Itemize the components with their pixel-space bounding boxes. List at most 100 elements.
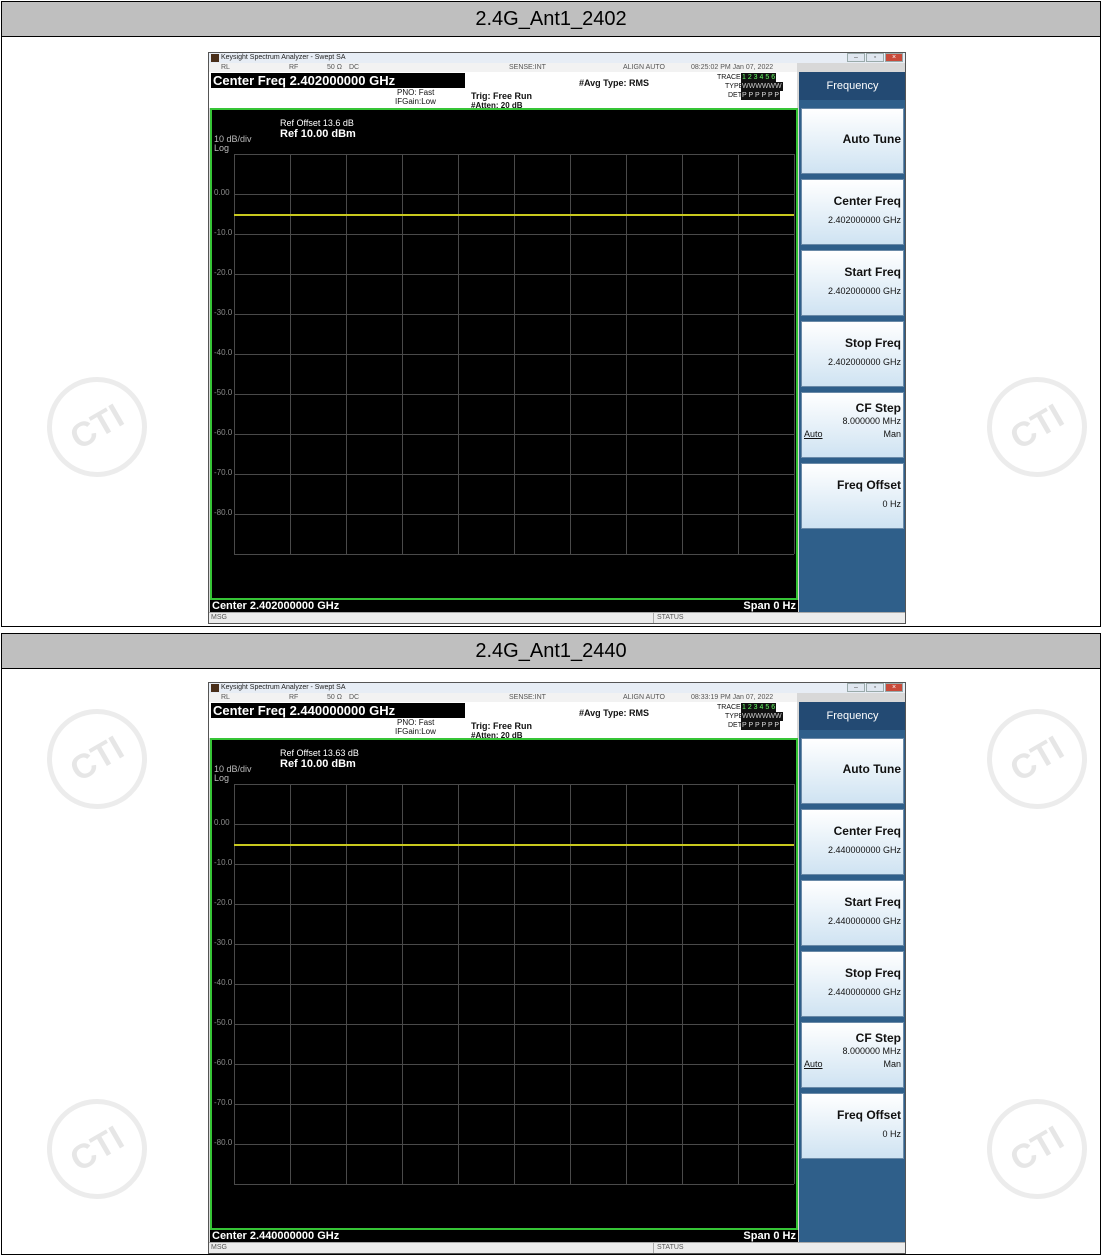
rl-indicator: RL (221, 64, 230, 71)
footer-center: Center 2.440000000 GHz (212, 1230, 340, 1242)
trace-display: Ref Offset 13.6 dB Ref 10.00 dBm 10 dB/d… (210, 108, 798, 600)
pno-setting: PNO: Fast (397, 718, 435, 727)
y-tick-label: -60.0 (214, 1058, 233, 1067)
stop-freq-key[interactable]: Stop Freq 2.402000000 GHz (801, 321, 904, 387)
center-freq-key[interactable]: Center Freq 2.440000000 GHz (801, 809, 904, 875)
start-freq-key[interactable]: Start Freq 2.402000000 GHz (801, 250, 904, 316)
auto-tune-label: Auto Tune (842, 762, 901, 776)
coupling-indicator: DC (349, 694, 360, 701)
window-title: Keysight Spectrum Analyzer - Swept SA (221, 684, 346, 691)
ifgain-setting: IFGain:Low (395, 727, 436, 736)
restore-button[interactable]: ▫ (866, 683, 884, 692)
spectrum-analyzer-window: Keysight Spectrum Analyzer - Swept SA – … (208, 52, 906, 624)
auto-tune-key[interactable]: Auto Tune (801, 738, 904, 804)
ref-offset: Ref Offset 13.63 dB (280, 748, 359, 758)
y-tick-label: -10.0 (214, 228, 233, 237)
close-button[interactable]: × (885, 683, 903, 692)
freq-offset-label: Freq Offset (836, 1108, 901, 1122)
msg-label: MSG (211, 1244, 227, 1251)
y-tick-label: -30.0 (214, 308, 233, 317)
cti-watermark: CTI (28, 1080, 166, 1218)
cf-step-value: 8.000000 MHz (842, 1046, 901, 1056)
freq-offset-key[interactable]: Freq Offset 0 Hz (801, 463, 904, 529)
footer-span: Span 0 Hz (743, 1230, 796, 1242)
sense-indicator: SENSE:INT (509, 694, 546, 701)
measurement-bar: Center Freq 2.402000000 GHz PNO: Fast IF… (209, 72, 797, 110)
msg-label: MSG (211, 614, 227, 621)
y-tick-label: -40.0 (214, 978, 233, 987)
y-tick-label: -10.0 (214, 858, 233, 867)
grid-hline (234, 1184, 794, 1185)
window-titlebar: Keysight Spectrum Analyzer - Swept SA – … (209, 53, 905, 63)
measurement-trace (234, 844, 794, 847)
cf-step-label: CF Step (855, 1031, 901, 1045)
stop-freq-key[interactable]: Stop Freq 2.440000000 GHz (801, 951, 904, 1017)
freq-offset-label: Freq Offset (836, 478, 901, 492)
rf-indicator: RF (289, 694, 299, 701)
restore-button[interactable]: ▫ (866, 53, 884, 62)
coupling-indicator: DC (349, 64, 360, 71)
measurement-trace (234, 213, 794, 216)
y-tick-label: -50.0 (214, 388, 233, 397)
grid-hline (234, 554, 794, 555)
cti-watermark: CTI (28, 690, 166, 828)
center-freq-key[interactable]: Center Freq 2.402000000 GHz (801, 179, 904, 245)
minimize-button[interactable]: – (847, 53, 865, 62)
stop-freq-value: 2.402000000 GHz (827, 357, 901, 367)
grid-vline (794, 784, 795, 1184)
cf-step-label: CF Step (855, 401, 901, 415)
cf-step-auto[interactable]: Auto (804, 429, 823, 439)
freq-offset-value: 0 Hz (882, 499, 901, 509)
trigger-setting: Trig: Free Run (471, 721, 533, 731)
center-freq-title: Center Freq 2.402000000 GHz (211, 73, 465, 88)
ref-level: Ref 10.00 dBm (280, 758, 356, 770)
cf-step-key[interactable]: CF Step 8.000000 MHz Auto Man (801, 392, 904, 458)
freq-offset-value: 0 Hz (882, 1129, 901, 1139)
scale-type: Log (214, 773, 230, 783)
status-label: STATUS (653, 1243, 684, 1253)
section-heading-2440: 2.4G_Ant1_2440 (1, 633, 1101, 669)
minimize-button[interactable]: – (847, 683, 865, 692)
trace-display: Ref Offset 13.63 dB Ref 10.00 dBm 10 dB/… (210, 738, 798, 1230)
ref-level: Ref 10.00 dBm (280, 128, 356, 140)
center-freq-value: 2.402000000 GHz (827, 215, 901, 225)
close-button[interactable]: × (885, 53, 903, 62)
y-tick-label: 0.00 (214, 818, 230, 827)
measurement-bar: Center Freq 2.440000000 GHz PNO: Fast IF… (209, 702, 797, 740)
softkey-panel: Frequency Auto Tune Center Freq 2.402000… (799, 72, 905, 612)
impedance-indicator: 50 Ω (327, 64, 342, 71)
y-tick-label: -70.0 (214, 1098, 233, 1107)
impedance-indicator: 50 Ω (327, 694, 342, 701)
det-label: DET (728, 722, 742, 729)
cti-watermark: CTI (968, 358, 1102, 496)
rl-indicator: RL (221, 694, 230, 701)
cti-watermark: CTI (28, 358, 166, 496)
trace-label: TRACE (717, 704, 741, 711)
section-heading-2402: 2.4G_Ant1_2402 (1, 1, 1101, 37)
cf-step-man[interactable]: Man (883, 429, 901, 439)
start-freq-key[interactable]: Start Freq 2.440000000 GHz (801, 880, 904, 946)
ifgain-setting: IFGain:Low (395, 97, 436, 106)
y-tick-label: -80.0 (214, 1138, 233, 1147)
status-row: RL RF 50 Ω DC SENSE:INT ALIGN AUTO 08:33… (209, 693, 797, 702)
stop-freq-value: 2.440000000 GHz (827, 987, 901, 997)
y-tick-label: -40.0 (214, 348, 233, 357)
softkey-menu-title: Frequency (799, 72, 905, 100)
cf-step-key[interactable]: CF Step 8.000000 MHz Auto Man (801, 1022, 904, 1088)
det-values: P P P P P P (741, 721, 781, 730)
freq-offset-key[interactable]: Freq Offset 0 Hz (801, 1093, 904, 1159)
pno-setting: PNO: Fast (397, 88, 435, 97)
ref-offset: Ref Offset 13.6 dB (280, 118, 354, 128)
start-freq-label: Start Freq (844, 265, 901, 279)
avg-type: #Avg Type: RMS (579, 708, 650, 718)
cf-step-man[interactable]: Man (883, 1059, 901, 1069)
datetime: 08:33:19 PM Jan 07, 2022 (691, 694, 774, 701)
auto-tune-key[interactable]: Auto Tune (801, 108, 904, 174)
cti-watermark: CTI (968, 1080, 1102, 1218)
type-values: WWWWWW (741, 82, 783, 91)
start-freq-value: 2.440000000 GHz (827, 916, 901, 926)
app-icon (211, 54, 219, 62)
spectrum-analyzer-window: Keysight Spectrum Analyzer - Swept SA – … (208, 682, 906, 1254)
y-tick-label: 0.00 (214, 188, 230, 197)
cf-step-auto[interactable]: Auto (804, 1059, 823, 1069)
